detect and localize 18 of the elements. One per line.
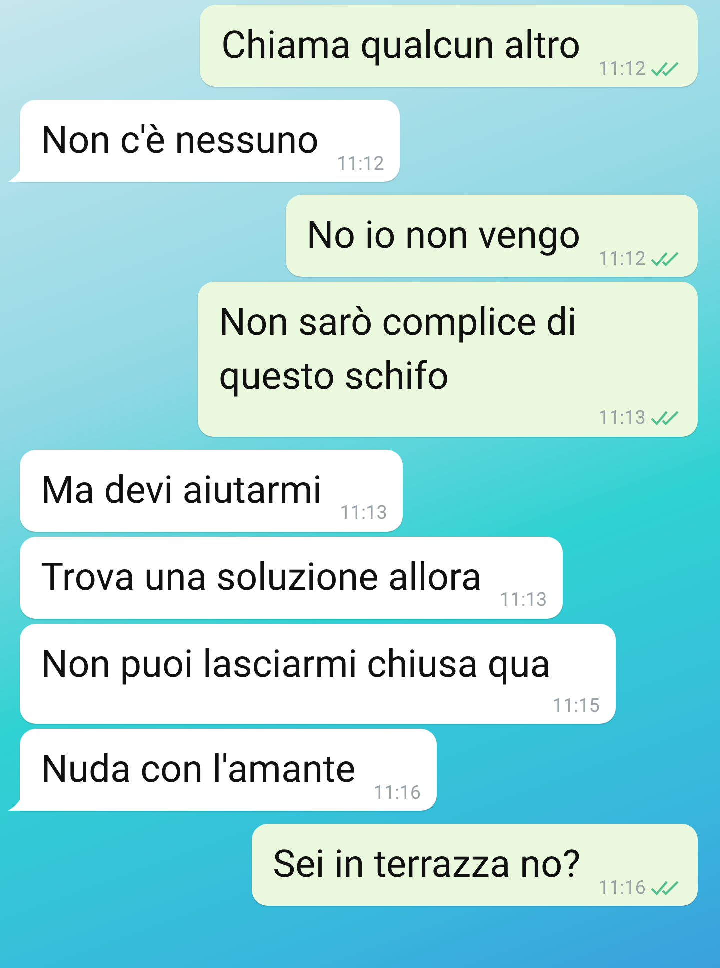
message-text: Ma devi aiutarmi <box>41 468 322 514</box>
message-text: Non puoi lasciarmi chiusa qua <box>41 642 551 688</box>
message-time: 11:13 <box>340 500 388 526</box>
message-text: No io non vengo <box>306 213 581 260</box>
message-time: 11:16 <box>598 874 646 900</box>
message-time: 11:16 <box>374 780 422 806</box>
message-text: Non c'è nessuno <box>41 118 319 165</box>
message-text: Chiama qualcun altro <box>221 23 581 70</box>
message-time: 11:13 <box>500 587 548 613</box>
message-time: 11:15 <box>552 692 600 718</box>
message-text: Non sarò complice di questo schifo <box>219 300 578 401</box>
message-time: 11:12 <box>598 56 646 82</box>
message-time: 11:12 <box>598 246 646 272</box>
message-text: Sei in terrazza no? <box>272 842 581 889</box>
message-time: 11:12 <box>336 150 384 176</box>
message-text: Nuda con l'amante <box>41 747 356 794</box>
message-time: 11:13 <box>598 405 646 431</box>
message-text: Trova una soluzione allora <box>41 554 482 602</box>
